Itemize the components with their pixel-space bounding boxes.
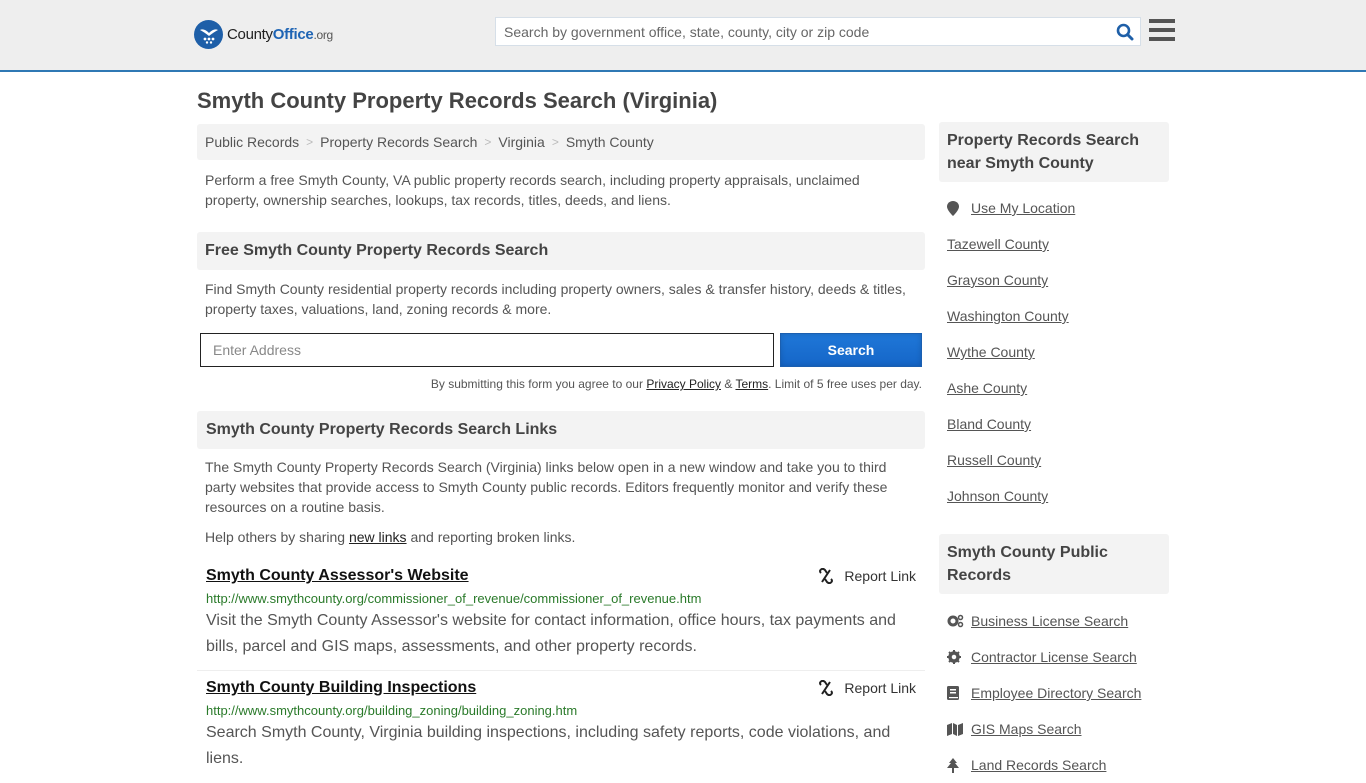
public-record-item: Business License Search — [947, 603, 1161, 639]
nearby-county-link[interactable]: Johnson County — [947, 488, 1048, 504]
form-disclaimer: By submitting this form you agree to our… — [197, 377, 925, 391]
nearby-county-link[interactable]: Bland County — [947, 416, 1031, 432]
disclaimer-text: By submitting this form you agree to our — [430, 377, 647, 391]
nearby-county-item: Johnson County — [947, 478, 1161, 514]
nearby-list: Use My Location Tazewell County Grayson … — [939, 182, 1169, 514]
new-links-link[interactable]: new links — [349, 529, 407, 545]
nearby-county-link[interactable]: Tazewell County — [947, 236, 1049, 252]
disclaimer-limit-text: . Limit of 5 free uses per day. — [768, 377, 922, 391]
link-item: Smyth County Assessor's Website Report L… — [197, 559, 925, 671]
employee-directory-search-link[interactable]: Employee Directory Search — [971, 685, 1141, 701]
link-url: http://www.smythcounty.org/building_zoni… — [206, 703, 578, 718]
public-records-heading: Smyth County Public Records — [939, 534, 1169, 594]
broken-link-icon — [819, 568, 834, 584]
address-input[interactable] — [200, 333, 774, 367]
help-text: Help others by sharing new links and rep… — [205, 529, 576, 545]
contractor-license-search-link[interactable]: Contractor License Search — [971, 649, 1137, 665]
nearby-county-link[interactable]: Grayson County — [947, 272, 1048, 288]
links-list: Smyth County Assessor's Website Report L… — [197, 559, 925, 782]
nearby-county-link[interactable]: Washington County — [947, 308, 1069, 324]
nearby-county-link[interactable]: Russell County — [947, 452, 1041, 468]
nearby-county-item: Washington County — [947, 298, 1161, 334]
link-title[interactable]: Smyth County Building Inspections — [206, 679, 476, 697]
use-my-location-link[interactable]: Use My Location — [971, 200, 1075, 216]
intro-text: Perform a free Smyth County, VA public p… — [205, 172, 860, 208]
main-content: Public Records > Property Records Search… — [197, 124, 925, 782]
site-search-input[interactable] — [496, 18, 1110, 45]
report-link-button[interactable]: Report Link — [818, 680, 916, 696]
map-icon — [947, 722, 971, 736]
free-search-description: Find Smyth County residential property r… — [205, 281, 906, 317]
gis-maps-search-link[interactable]: GIS Maps Search — [971, 721, 1082, 737]
link-url: http://www.smythcounty.org/commissioner_… — [206, 591, 702, 606]
disclaimer-amp: & — [721, 377, 736, 391]
public-record-item: Contractor License Search — [947, 639, 1161, 675]
breadcrumb-property-records-search[interactable]: Property Records Search — [320, 134, 477, 150]
map-marker-icon — [947, 200, 971, 216]
sidebar: Property Records Search near Smyth Count… — [939, 122, 1169, 783]
search-icon[interactable] — [1110, 23, 1140, 41]
link-item: Smyth County Building Inspections Report… — [197, 671, 925, 782]
breadcrumb-separator: > — [551, 135, 559, 149]
book-icon — [947, 686, 971, 700]
site-logo[interactable]: CountyOffice.org — [194, 20, 333, 49]
nearby-county-item: Ashe County — [947, 370, 1161, 406]
site-search — [495, 17, 1141, 46]
breadcrumb-separator: > — [484, 135, 492, 149]
site-header: CountyOffice.org — [0, 0, 1366, 72]
breadcrumb-public-records[interactable]: Public Records — [205, 134, 299, 150]
breadcrumb-smyth-county[interactable]: Smyth County — [566, 134, 654, 150]
broken-link-icon — [819, 680, 834, 696]
link-title[interactable]: Smyth County Assessor's Website — [206, 567, 469, 585]
privacy-policy-link[interactable]: Privacy Policy — [646, 377, 721, 391]
tree-icon — [947, 757, 971, 773]
address-search-button[interactable]: Search — [780, 333, 922, 367]
nearby-heading: Property Records Search near Smyth Count… — [939, 122, 1169, 182]
free-search-heading: Free Smyth County Property Records Searc… — [197, 232, 925, 270]
nearby-county-link[interactable]: Wythe County — [947, 344, 1035, 360]
breadcrumb: Public Records > Property Records Search… — [197, 124, 925, 160]
address-search-form: Search — [197, 333, 925, 367]
page-title: Smyth County Property Records Search (Vi… — [197, 88, 718, 113]
use-my-location-item: Use My Location — [947, 190, 1161, 226]
breadcrumb-separator: > — [306, 135, 314, 149]
nearby-county-link[interactable]: Ashe County — [947, 380, 1027, 396]
gear-icon — [947, 650, 971, 664]
report-link-button[interactable]: Report Link — [818, 568, 916, 584]
links-section-heading: Smyth County Property Records Search Lin… — [197, 411, 925, 449]
breadcrumb-virginia[interactable]: Virginia — [498, 134, 544, 150]
nearby-county-item: Grayson County — [947, 262, 1161, 298]
nearby-county-item: Wythe County — [947, 334, 1161, 370]
cogs-icon — [947, 614, 971, 628]
business-license-search-link[interactable]: Business License Search — [971, 613, 1128, 629]
public-record-item: Employee Directory Search — [947, 675, 1161, 711]
terms-link[interactable]: Terms — [735, 377, 768, 391]
links-section-description: The Smyth County Property Records Search… — [205, 459, 888, 515]
public-record-item: GIS Maps Search — [947, 711, 1161, 747]
eagle-logo-icon — [194, 20, 223, 49]
logo-text: CountyOffice.org — [227, 26, 333, 43]
nearby-county-item: Tazewell County — [947, 226, 1161, 262]
nearby-county-item: Russell County — [947, 442, 1161, 478]
public-records-list: Business License Search Contractor Licen… — [939, 594, 1169, 783]
nearby-county-item: Bland County — [947, 406, 1161, 442]
link-description: Visit the Smyth County Assessor's websit… — [206, 612, 896, 655]
link-description: Search Smyth County, Virginia building i… — [206, 724, 891, 767]
public-record-item: Land Records Search — [947, 747, 1161, 783]
land-records-search-link[interactable]: Land Records Search — [971, 757, 1106, 773]
hamburger-menu-icon[interactable] — [1149, 19, 1175, 41]
